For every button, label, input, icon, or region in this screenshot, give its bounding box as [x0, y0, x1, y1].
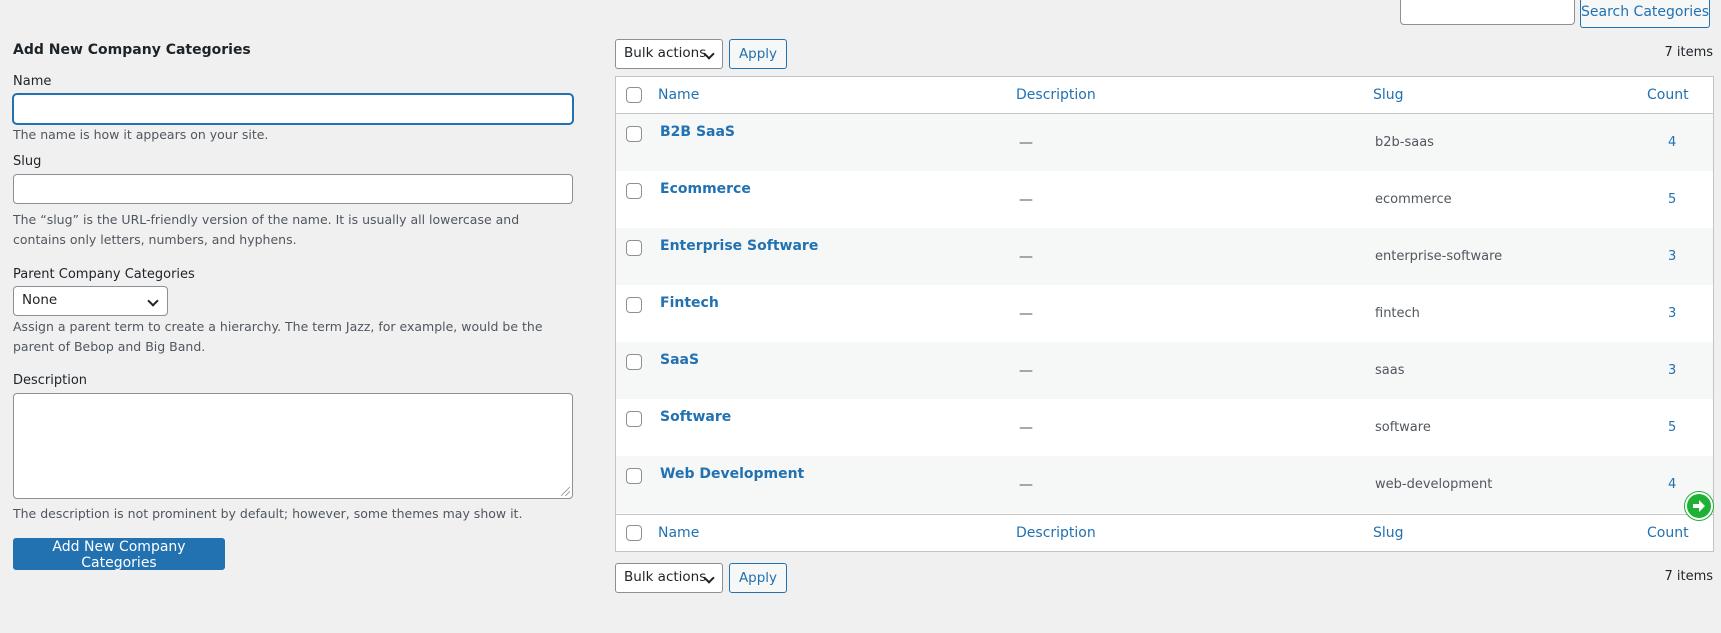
row-name-link[interactable]: Fintech: [660, 295, 719, 311]
column-description: Description: [1016, 87, 1096, 103]
row-name-link[interactable]: SaaS: [660, 352, 699, 368]
column-slug[interactable]: Slug: [1373, 87, 1404, 103]
description-label: Description: [13, 373, 88, 388]
row-description: —: [1019, 192, 1033, 208]
slug-label: Slug: [13, 154, 42, 169]
row-count-link[interactable]: 3: [1668, 363, 1676, 378]
row-name-link[interactable]: Software: [660, 409, 731, 425]
table-row: Ecommerce — ecommerce 5: [616, 171, 1713, 228]
row-description: —: [1019, 135, 1033, 151]
description-textarea[interactable]: [13, 393, 573, 499]
table-footer: Name Description Slug Count: [616, 514, 1713, 551]
resize-grip-icon[interactable]: [561, 487, 570, 496]
row-slug: software: [1375, 420, 1431, 435]
slug-field[interactable]: [13, 174, 573, 204]
apply-button-bottom[interactable]: Apply: [729, 563, 787, 593]
categories-table: Name Description Slug Count B2B SaaS — b…: [615, 76, 1714, 552]
row-slug: ecommerce: [1375, 192, 1452, 207]
row-checkbox[interactable]: [626, 183, 642, 199]
row-slug: saas: [1375, 363, 1405, 378]
row-slug: b2b-saas: [1375, 135, 1434, 150]
name-hint: The name is how it appears on your site.: [13, 127, 269, 142]
row-count-link[interactable]: 4: [1668, 477, 1676, 492]
chevron-down-icon: [147, 295, 159, 307]
parent-hint: Assign a parent term to create a hierarc…: [13, 319, 543, 354]
parent-select[interactable]: None: [13, 286, 168, 316]
items-count-bottom: 7 items: [1664, 569, 1713, 584]
row-count-link[interactable]: 5: [1668, 192, 1676, 207]
row-count-link[interactable]: 5: [1668, 420, 1676, 435]
search-categories-button[interactable]: Search Categories: [1580, 0, 1710, 28]
row-checkbox[interactable]: [626, 240, 642, 256]
row-checkbox[interactable]: [626, 411, 642, 427]
row-description: —: [1019, 420, 1033, 436]
parent-label: Parent Company Categories: [13, 267, 195, 282]
items-count-top: 7 items: [1664, 45, 1713, 60]
add-category-button[interactable]: Add New Company Categories: [13, 538, 225, 571]
row-description: —: [1019, 363, 1033, 379]
row-checkbox[interactable]: [626, 126, 642, 142]
column-description-footer: Description: [1016, 525, 1096, 541]
description-hint: The description is not prominent by defa…: [13, 506, 523, 521]
table-row: Web Development — web-development 4: [616, 456, 1713, 513]
bulk-actions-value: Bulk actions: [624, 45, 707, 61]
name-label: Name: [13, 74, 52, 89]
row-name-link[interactable]: Ecommerce: [660, 181, 751, 197]
form-title: Add New Company Categories: [13, 42, 251, 58]
column-count-footer[interactable]: Count: [1647, 525, 1689, 541]
table-row: B2B SaaS — b2b-saas 4: [616, 114, 1713, 171]
bulk-actions-select-top[interactable]: Bulk actions: [615, 39, 723, 69]
row-count-link[interactable]: 3: [1668, 249, 1676, 264]
row-slug: fintech: [1375, 306, 1420, 321]
column-name-footer[interactable]: Name: [658, 525, 699, 541]
column-name[interactable]: Name: [658, 87, 699, 103]
table-row: Fintech — fintech 3: [616, 285, 1713, 342]
arrow-right-circle-icon[interactable]: [1685, 492, 1713, 520]
select-all-checkbox-footer[interactable]: [626, 525, 642, 541]
row-description: —: [1019, 477, 1033, 493]
bulk-actions-value: Bulk actions: [624, 569, 707, 585]
row-count-link[interactable]: 3: [1668, 306, 1676, 321]
column-slug-footer[interactable]: Slug: [1373, 525, 1404, 541]
row-name-link[interactable]: Enterprise Software: [660, 238, 818, 254]
slug-hint: The “slug” is the URL-friendly version o…: [13, 212, 520, 247]
table-row: Enterprise Software — enterprise-softwar…: [616, 228, 1713, 285]
row-count-link[interactable]: 4: [1668, 135, 1676, 150]
row-name-link[interactable]: B2B SaaS: [660, 124, 735, 140]
row-checkbox[interactable]: [626, 354, 642, 370]
row-checkbox[interactable]: [626, 468, 642, 484]
bulk-actions-select-bottom[interactable]: Bulk actions: [615, 563, 723, 593]
row-description: —: [1019, 306, 1033, 322]
name-field[interactable]: [13, 94, 573, 124]
column-count[interactable]: Count: [1647, 87, 1689, 103]
apply-button-top[interactable]: Apply: [729, 39, 787, 69]
row-slug: web-development: [1375, 477, 1493, 492]
row-slug: enterprise-software: [1375, 249, 1503, 264]
row-description: —: [1019, 249, 1033, 265]
table-row: SaaS — saas 3: [616, 342, 1713, 399]
row-name-link[interactable]: Web Development: [660, 466, 804, 482]
row-checkbox[interactable]: [626, 297, 642, 313]
table-row: Software — software 5: [616, 399, 1713, 456]
select-all-checkbox[interactable]: [626, 87, 642, 103]
taxonomy-page: Search Categories Add New Company Catego…: [0, 0, 1721, 633]
search-input[interactable]: [1400, 0, 1575, 25]
parent-select-value: None: [22, 292, 58, 308]
table-header: Name Description Slug Count: [616, 77, 1713, 114]
